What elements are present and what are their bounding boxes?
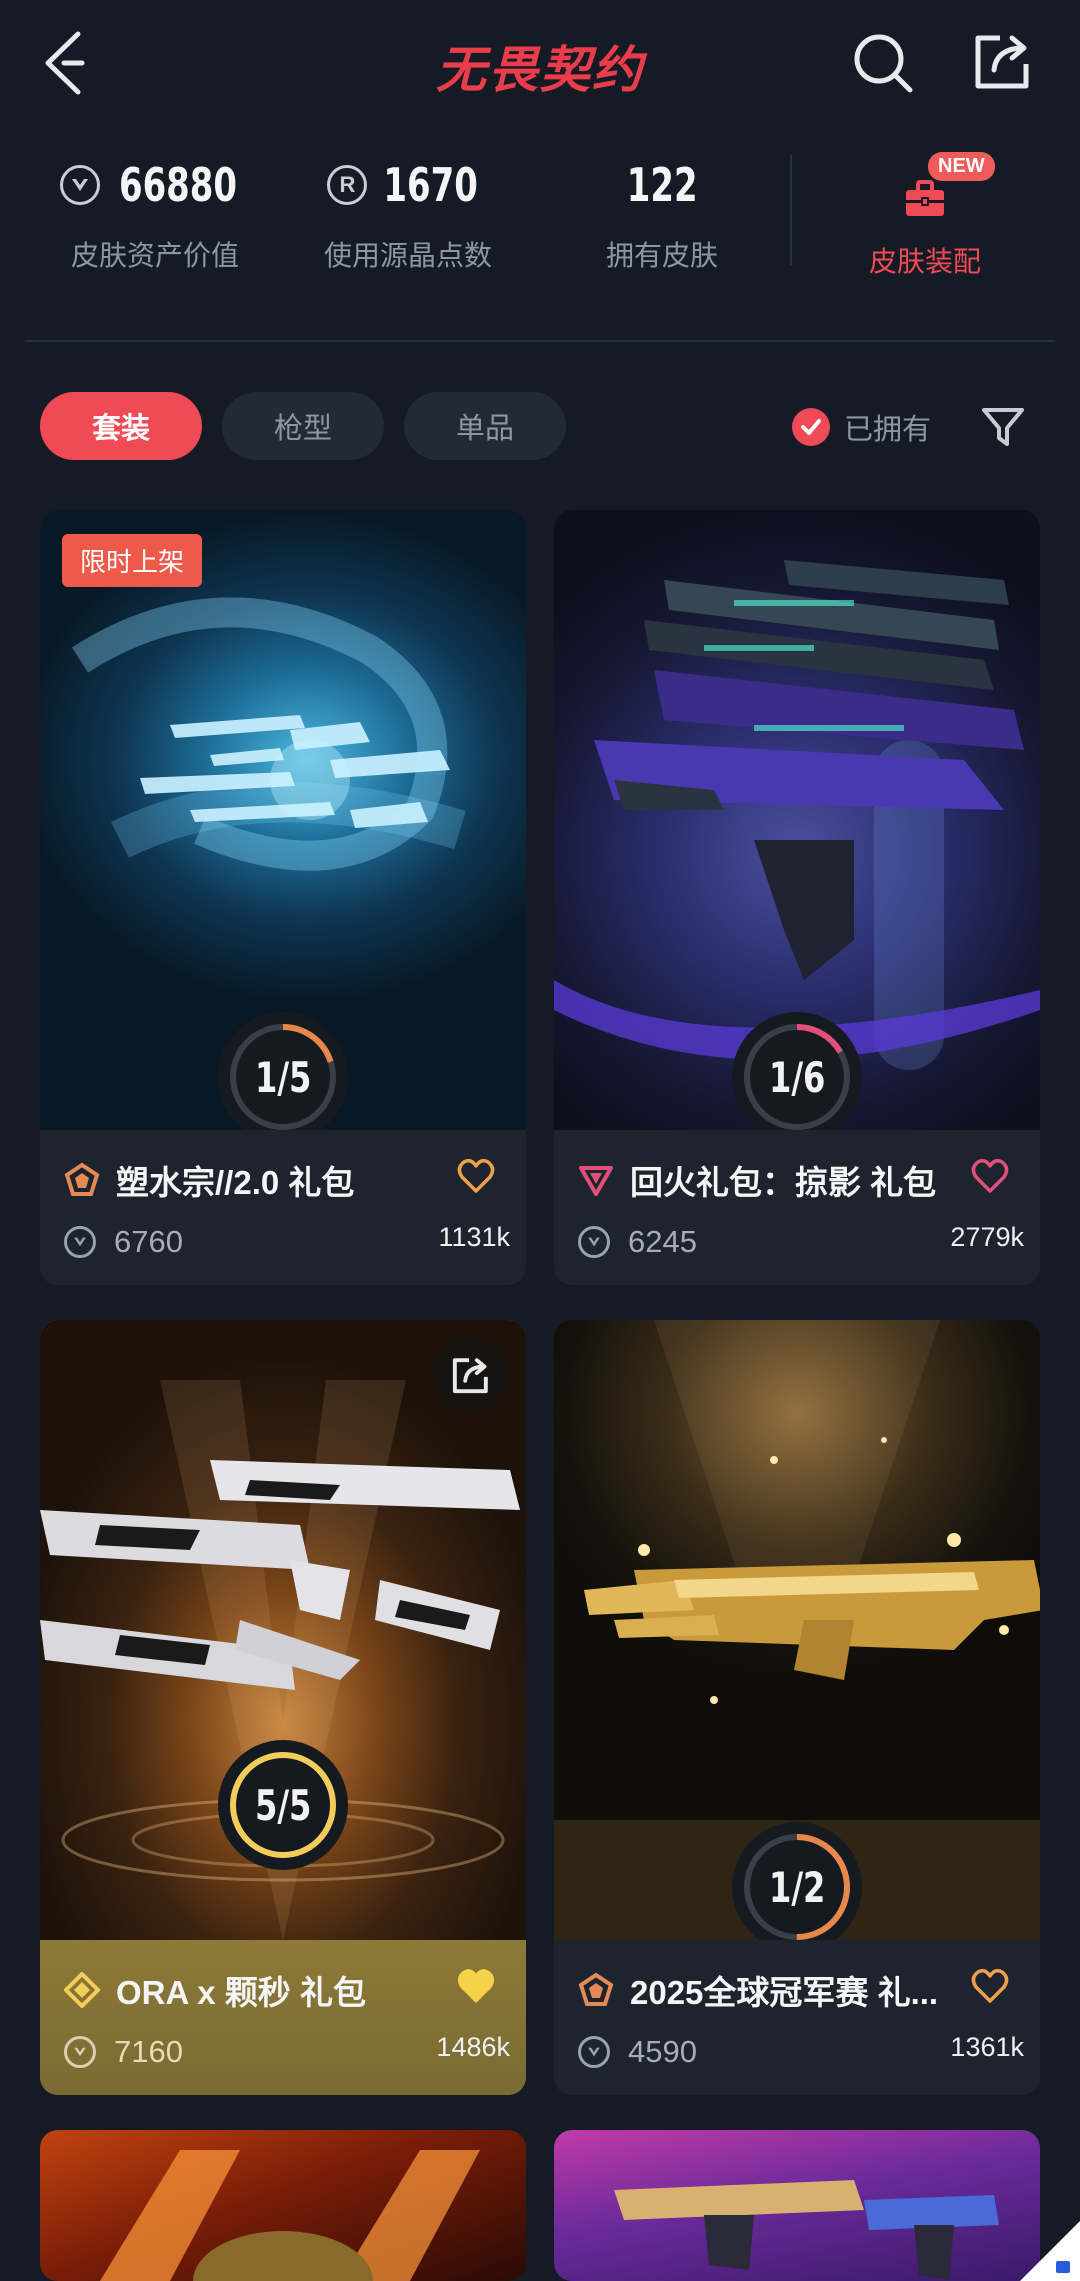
bundle-name: 回火礼包：掠影 礼包 xyxy=(630,1164,937,1201)
checkmark-icon xyxy=(792,408,830,446)
stat-label: 使用源晶点数 xyxy=(323,240,492,271)
stat-radianite: R 1670 使用源晶点数 xyxy=(308,150,508,274)
bundle-info: 2025全球冠军赛 礼... 4590 1361k xyxy=(554,1940,1040,2095)
stat-value: 122 xyxy=(626,158,698,212)
bundle-artwork xyxy=(554,2130,1040,2281)
stats-panel: 66880 皮肤资产价值 R 1670 使用源晶点数 122 拥有皮肤 NEW … xyxy=(0,130,1080,340)
stat-value: 66880 xyxy=(118,158,238,212)
like-count: 2779k xyxy=(950,1222,1024,1252)
corner-shield-icon xyxy=(1020,2221,1080,2281)
toolbox-icon xyxy=(906,180,944,216)
tier-triangle-icon xyxy=(579,1166,613,1196)
tier-pentagon-icon xyxy=(578,1972,614,2006)
ownership-progress-ring: 1/6 xyxy=(732,1012,862,1130)
bundle-card[interactable]: 1/2 2025全球冠军赛 礼... 4590 1361k xyxy=(554,1320,1040,2095)
bundle-info: 塑水宗//2.0 礼包 6760 1131k xyxy=(40,1130,526,1285)
ownership-progress-ring: 5/5 xyxy=(218,1740,348,1870)
share-icon[interactable] xyxy=(972,30,1034,92)
vp-coin-icon xyxy=(64,2036,96,2068)
stat-owned-skins: 122 拥有皮肤 xyxy=(562,150,762,274)
stat-label: 拥有皮肤 xyxy=(605,240,718,271)
app-title: 无畏契约 xyxy=(436,41,644,99)
bundle-name: 2025全球冠军赛 礼... xyxy=(630,1974,939,2011)
ownership-count: 1/2 xyxy=(768,1862,826,1912)
tab-single-item[interactable]: 单品 xyxy=(404,392,566,460)
vp-coin-icon xyxy=(60,165,100,205)
radianite-icon: R xyxy=(327,165,368,205)
bundle-price: 6760 xyxy=(114,1224,183,1259)
bundle-artwork xyxy=(40,2130,526,2281)
like-count: 1361k xyxy=(950,2032,1024,2062)
bundle-card[interactable]: 5/5 ORA x 颗秒 礼包 7160 1486k xyxy=(40,1320,526,2095)
owned-filter-label: 已拥有 xyxy=(844,414,932,446)
stat-asset-value: 66880 皮肤资产价值 xyxy=(55,150,255,274)
heart-icon[interactable] xyxy=(970,1966,1010,2006)
vp-coin-icon xyxy=(578,1226,610,1258)
bundle-price: 6245 xyxy=(628,1224,697,1259)
heart-icon[interactable] xyxy=(970,1156,1010,1196)
bundle-price: 7160 xyxy=(114,2034,183,2069)
bundle-name: ORA x 颗秒 礼包 xyxy=(116,1974,366,2011)
limited-time-tag: 限时上架 xyxy=(62,534,203,587)
vp-coin-icon xyxy=(64,1226,96,1258)
like-count: 1131k xyxy=(438,1222,510,1252)
ownership-progress-ring: 1/2 xyxy=(732,1822,862,1940)
search-icon[interactable] xyxy=(852,32,914,94)
like-count: 1486k xyxy=(436,2032,510,2062)
category-tabs: 套装 枪型 单品 xyxy=(40,392,566,460)
ownership-progress-ring: 1/5 xyxy=(218,1012,348,1130)
ownership-count: 1/6 xyxy=(768,1052,826,1102)
stat-value: 1670 xyxy=(383,158,479,212)
owned-filter-toggle[interactable]: 已拥有 xyxy=(792,406,931,448)
loadout-label: 皮肤装配 xyxy=(868,246,981,277)
bundle-artwork: 1/2 xyxy=(554,1320,1040,1940)
divider xyxy=(790,155,792,265)
share-icon[interactable] xyxy=(434,1338,508,1412)
bundle-artwork: 限时上架 1/5 xyxy=(40,510,526,1130)
ownership-count: 1/5 xyxy=(254,1052,312,1102)
bundle-artwork: 1/6 xyxy=(554,510,1040,1130)
new-badge: NEW xyxy=(928,152,995,181)
stat-label: 皮肤资产价值 xyxy=(70,240,239,271)
bundle-card[interactable] xyxy=(554,2130,1040,2281)
bundle-card[interactable]: 1/6 回火礼包：掠影 礼包 6245 2779k xyxy=(554,510,1040,1285)
vp-coin-icon xyxy=(578,2036,610,2068)
bundle-info: 回火礼包：掠影 礼包 6245 2779k xyxy=(554,1130,1040,1285)
skin-loadout-button[interactable]: NEW 皮肤装配 xyxy=(830,150,1020,280)
filter-funnel-icon[interactable] xyxy=(980,404,1026,450)
divider xyxy=(25,340,1055,342)
bundle-price: 4590 xyxy=(628,2034,697,2069)
tier-diamond-icon xyxy=(64,1972,100,2008)
tab-weapon-type[interactable]: 枪型 xyxy=(222,392,384,460)
tier-pentagon-icon xyxy=(64,1162,100,1196)
ownership-count: 5/5 xyxy=(254,1780,312,1830)
bundle-card[interactable] xyxy=(40,2130,526,2281)
bundle-card[interactable]: 限时上架 1/5 塑水宗//2.0 礼包 6760 1131k xyxy=(40,510,526,1285)
bundle-info: ORA x 颗秒 礼包 7160 1486k xyxy=(40,1940,526,2095)
heart-icon[interactable] xyxy=(456,1156,496,1196)
bundle-name: 塑水宗//2.0 礼包 xyxy=(116,1164,355,1201)
heart-filled-icon[interactable] xyxy=(456,1966,496,2006)
bundle-artwork: 5/5 xyxy=(40,1320,526,1940)
tab-bundles[interactable]: 套装 xyxy=(40,392,202,460)
top-bar: 无畏契约 xyxy=(0,0,1080,130)
